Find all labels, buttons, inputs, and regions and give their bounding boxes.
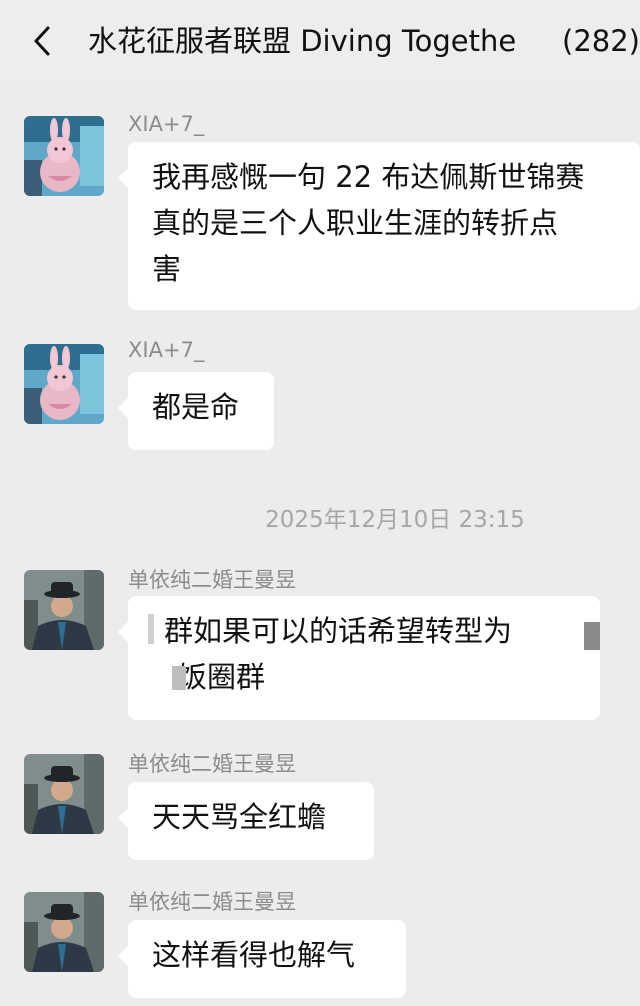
sender-name: XIA+7_ (128, 112, 205, 136)
sender-name: XIA+7_ (128, 338, 205, 362)
message-line: 害 (152, 252, 182, 286)
message-line: 真的是三个人职业生涯的转折点 (152, 206, 559, 240)
message-bubble[interactable]: 我再感慨一句 22 布达佩斯世锦赛 真的是三个人职业生涯的转折点 害 (118, 142, 640, 310)
chat-header: 水花征服者联盟 Diving Togethe (282) (0, 0, 640, 84)
redaction-mark (172, 666, 186, 690)
sender-name: 单依纯二婚王曼昱 (128, 568, 296, 592)
message-line: 群如果可以的话希望转型为 (164, 614, 513, 648)
chat-title: 水花征服者联盟 Diving Togethe (282) (88, 20, 640, 62)
message-line: 这样看得也解气 (152, 938, 356, 972)
man-in-hat-avatar[interactable] (24, 892, 104, 972)
message-line: 天天骂全红蟾 (152, 800, 327, 834)
message-bubble[interactable]: 都是命 (118, 372, 274, 450)
redaction-mark (584, 622, 600, 650)
message-bubble[interactable]: 群如果可以的话希望转型为 饭圈群 (118, 596, 600, 720)
member-count: (282) (558, 20, 640, 62)
message-bubble[interactable]: 天天骂全红蟾 (118, 782, 374, 860)
message-line: 饭圈群 (178, 660, 266, 694)
message-bubble[interactable]: 这样看得也解气 (118, 920, 406, 998)
redaction-mark (148, 614, 154, 644)
sender-name: 单依纯二婚王曼昱 (128, 890, 296, 914)
sender-name: 单依纯二婚王曼昱 (128, 752, 296, 776)
group-name: 水花征服者联盟 Diving Togethe (88, 24, 517, 58)
plush-bunny-avatar[interactable] (24, 116, 104, 196)
message-line: 都是命 (152, 390, 240, 424)
plush-bunny-avatar[interactable] (24, 344, 104, 424)
man-in-hat-avatar[interactable] (24, 754, 104, 834)
chevron-left-icon[interactable] (26, 24, 60, 58)
message-line: 我再感慨一句 22 布达佩斯世锦赛 (152, 160, 585, 194)
timestamp: 2025年12月10日 23:15 (265, 507, 525, 533)
man-in-hat-avatar[interactable] (24, 570, 104, 650)
